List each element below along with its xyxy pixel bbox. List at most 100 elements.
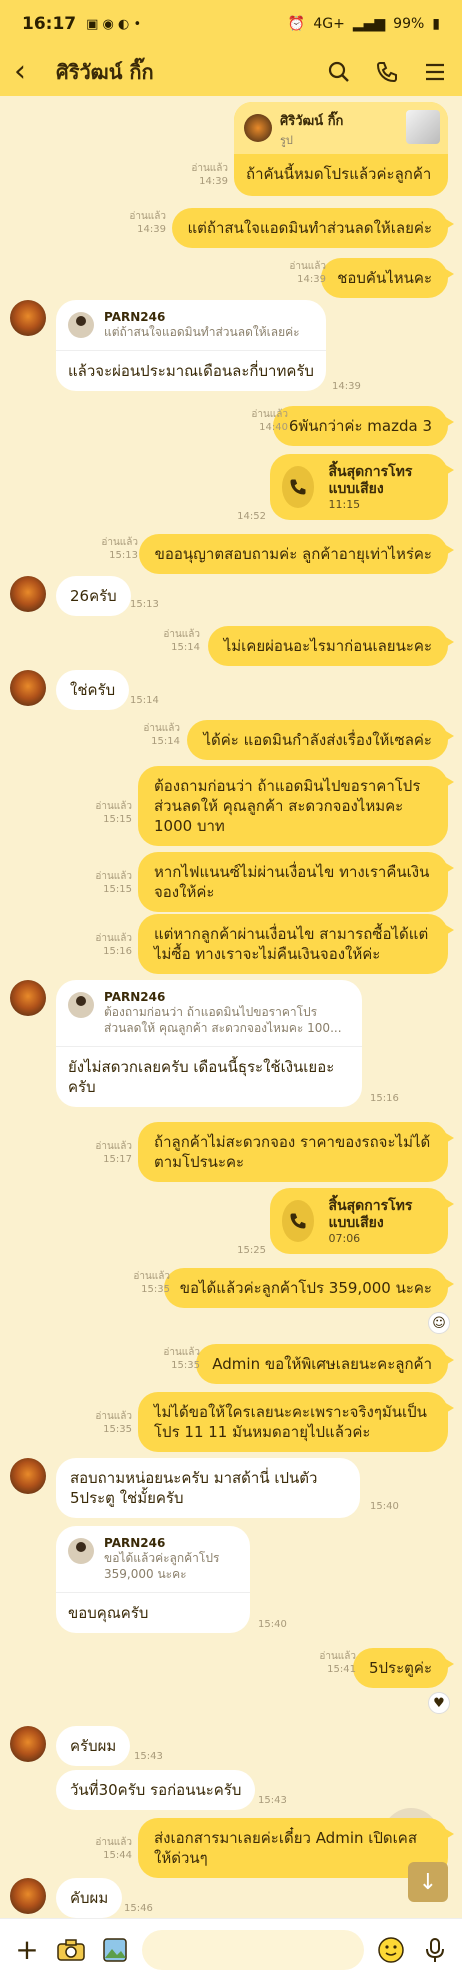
emoji-icon[interactable] <box>374 1933 408 1967</box>
message-row: ขอได้แล้วค่ะลูกค้าโปร 359,000 นะคะ อ่านแ… <box>0 1264 462 1308</box>
battery-icon: ▮ <box>432 16 440 32</box>
message-meta: อ่านแล้ว 14:40 <box>251 409 288 433</box>
outgoing-photo-reply[interactable]: ศิริวัฒน์ กิ๊ก รูป ถ้าคันนี้หมดโปรแล้วค่… <box>234 102 448 196</box>
message-meta: อ่านแล้ว 14:39 <box>191 163 228 187</box>
message-row: ไม่เคยผ่อนอะไรมาก่อนเลยนะคะ อ่านแล้ว 15:1… <box>0 622 462 666</box>
status-time: 16:17 <box>22 14 77 34</box>
outgoing-message[interactable]: 6พันกว่าค่ะ mazda 3 <box>272 406 455 446</box>
outgoing-message[interactable]: ต้องถามก่อนว่า ถ้าแอดมินไปขอราคาโปรส่วนล… <box>138 766 454 846</box>
call-title: สิ้นสุดการโทรแบบเสียง <box>328 1197 413 1231</box>
message-row: ขออนุญาตสอบถามค่ะ ลูกค้าอายุเท่าไหร่คะ อ… <box>0 530 462 574</box>
message-row: สิ้นสุดการโทรแบบเสียง 07:06 15:25 <box>0 1186 462 1262</box>
message-row: สิ้นสุดการโทรแบบเสียง 11:15 14:52 <box>0 452 462 528</box>
incoming-message[interactable]: วันที่30ครับ รอก่อนนะครับ <box>56 1770 256 1810</box>
message-time: 15:40 <box>370 1501 399 1512</box>
camera-icon[interactable] <box>54 1933 88 1967</box>
call-ended-card[interactable]: สิ้นสุดการโทรแบบเสียง 07:06 <box>270 1188 454 1254</box>
message-time: 15:46 <box>124 1903 153 1914</box>
message-meta: อ่านแล้ว 14:39 <box>129 211 166 235</box>
message-row: ต้องถามก่อนว่า ถ้าแอดมินไปขอราคาโปรส่วนล… <box>0 762 462 846</box>
message-row: หากไฟแนนซ์ไม่ผ่านเงื่อนไข ทางเราคืนเงินจ… <box>0 848 462 912</box>
message-row: 6พันกว่าค่ะ mazda 3 อ่านแล้ว 14:40 <box>0 402 462 446</box>
message-meta: อ่านแล้ว 15:14 <box>163 629 200 653</box>
call-title: สิ้นสุดการโทรแบบเสียง <box>328 463 413 497</box>
incoming-message[interactable]: ใช่ครับ <box>56 670 130 710</box>
chat-title: ศิริวัฒน์ กิ๊ก <box>56 60 154 84</box>
scroll-to-bottom-button[interactable]: ↓ <box>408 1862 448 1902</box>
incoming-reply-message[interactable]: PARN246 แต่ถ้าสนใจแอดมินทำส่วนลดให้เลยค่… <box>56 300 326 391</box>
reply-quote: PARN246 แต่ถ้าสนใจแอดมินทำส่วนลดให้เลยค่… <box>56 300 326 351</box>
incoming-message[interactable]: คับผม <box>56 1878 123 1918</box>
plus-icon[interactable]: + <box>10 1933 44 1967</box>
avatar[interactable] <box>10 670 46 706</box>
message-meta: อ่านแล้ว 14:39 <box>289 261 326 285</box>
incoming-reply-message[interactable]: PARN246 ขอได้แล้วค่ะลูกค้าโปร 359,000 นะ… <box>56 1526 250 1633</box>
phone-icon[interactable] <box>374 59 400 85</box>
reply-text: ต้องถามก่อนว่า ถ้าแอดมินไปขอราคาโปรส่วนล… <box>104 1005 342 1035</box>
reply-avatar <box>68 992 94 1018</box>
chat-area[interactable]: ศิริวัฒน์ กิ๊ก รูป ถ้าคันนี้หมดโปรแล้วค่… <box>0 96 462 1918</box>
message-meta: อ่านแล้ว 15:35 <box>133 1271 170 1295</box>
call-ended-card[interactable]: สิ้นสุดการโทรแบบเสียง 11:15 <box>270 454 454 520</box>
message-text: ถ้าคันนี้หมดโปรแล้วค่ะลูกค้า <box>246 165 432 183</box>
outgoing-message[interactable]: ไม่ได้ขอให้ใครเลยนะคะเพราะจริงๆมันเป็นโป… <box>138 1392 454 1452</box>
status-right: ⏰ 4G+ ▂▄▆ 99% ▮ <box>288 16 440 32</box>
outgoing-message[interactable]: ขอได้แล้วค่ะลูกค้าโปร 359,000 นะคะ <box>163 1268 455 1308</box>
reaction-emoji-icon[interactable]: ♥ <box>428 1692 450 1714</box>
chat-header: ‹ ศิริวัฒน์ กิ๊ก <box>0 48 462 96</box>
message-text: ขอบคุณครับ <box>68 1604 149 1622</box>
outgoing-message[interactable]: 5ประตูค่ะ <box>352 1648 455 1688</box>
status-bar: 16:17 ▣ ◉ ◐ • ⏰ 4G+ ▂▄▆ 99% ▮ <box>0 0 462 48</box>
message-row: ศิริวัฒน์ กิ๊ก รูป ถ้าคันนี้หมดโปรแล้วค่… <box>0 96 462 200</box>
call-duration: 07:06 <box>328 1231 361 1245</box>
outgoing-message[interactable]: ขออนุญาตสอบถามค่ะ ลูกค้าอายุเท่าไหร่คะ <box>138 534 455 574</box>
message-text: ยังไม่สดวกเลยครับ เดือนนี้ธุระใช้เงินเยอ… <box>68 1058 335 1096</box>
message-row: ถ้าลูกค้าไม่สะดวกจอง ราคาของรถจะไม่ได้ตา… <box>0 1118 462 1182</box>
image-gallery-icon[interactable] <box>98 1933 132 1967</box>
incoming-message[interactable]: ครับผม <box>56 1726 131 1766</box>
message-row: PARN246 แต่ถ้าสนใจแอดมินทำส่วนลดให้เลยค่… <box>0 300 462 400</box>
search-icon[interactable] <box>326 59 352 85</box>
outgoing-message[interactable]: ไม่เคยผ่อนอะไรมาก่อนเลยนะคะ <box>207 626 455 666</box>
message-row: PARN246 ต้องถามก่อนว่า ถ้าแอดมินไปขอราคา… <box>0 980 462 1110</box>
outgoing-message[interactable]: แต่หากลูกค้าผ่านเงื่อนไข สามารถซื้อได้แต… <box>138 914 454 974</box>
incoming-message[interactable]: สอบถามหน่อยนะครับ มาสด้านี่ เปนตัว 5ประต… <box>56 1458 360 1518</box>
message-meta: อ่านแล้ว 15:35 <box>163 1347 200 1371</box>
outgoing-message[interactable]: Admin ขอให้พิเศษเลยนะคะลูกค้า <box>196 1344 454 1384</box>
reply-avatar <box>68 312 94 338</box>
message-time: 15:13 <box>130 599 159 610</box>
outgoing-message[interactable]: หากไฟแนนซ์ไม่ผ่านเงื่อนไข ทางเราคืนเงินจ… <box>138 852 454 912</box>
avatar[interactable] <box>10 980 46 1016</box>
avatar[interactable] <box>10 1878 46 1914</box>
reply-header: ศิริวัฒน์ กิ๊ก รูป <box>234 102 448 154</box>
message-time: 15:40 <box>258 1619 287 1630</box>
message-meta: อ่านแล้ว 15:13 <box>101 537 138 561</box>
avatar[interactable] <box>10 1458 46 1494</box>
avatar[interactable] <box>10 300 46 336</box>
message-meta: อ่านแล้ว 15:17 <box>95 1141 132 1165</box>
outgoing-message[interactable]: ชอบคันไหนคะ <box>321 258 454 298</box>
avatar[interactable] <box>10 1726 46 1762</box>
message-text: แล้วจะผ่อนประมาณเดือนละกี่บาทครับ <box>68 362 314 380</box>
incoming-message[interactable]: 26ครับ <box>56 576 131 616</box>
signal-label: 4G+ <box>313 16 345 32</box>
outgoing-message[interactable]: แต่ถ้าสนใจแอดมินทำส่วนลดให้เลยค่ะ <box>171 208 455 248</box>
message-meta: อ่านแล้ว 15:15 <box>95 801 132 825</box>
menu-icon[interactable] <box>422 59 448 85</box>
outgoing-message[interactable]: ส่งเอกสารมาเลยค่ะเดี๋ยว Admin เปิดเคสให้… <box>138 1818 454 1878</box>
signal-icon: ▂▄▆ <box>352 16 386 32</box>
avatar[interactable] <box>10 576 46 612</box>
message-row: Admin ขอให้พิเศษเลยนะคะลูกค้า อ่านแล้ว 15… <box>0 1340 462 1384</box>
reply-quote: PARN246 ต้องถามก่อนว่า ถ้าแอดมินไปขอราคา… <box>56 980 362 1047</box>
back-arrow-icon[interactable]: ‹ <box>14 57 50 87</box>
microphone-icon[interactable] <box>418 1933 452 1967</box>
message-meta: อ่านแล้ว 15:44 <box>95 1837 132 1861</box>
message-row: ครับผม 15:43 <box>0 1726 462 1766</box>
reaction-emoji-icon[interactable]: ☺ <box>428 1312 450 1334</box>
car-photo-thumbnail[interactable] <box>406 110 440 144</box>
outgoing-message[interactable]: ได้ค่ะ แอดมินกำลังส่งเรื่องให้เซลค่ะ <box>187 720 454 760</box>
message-input[interactable] <box>142 1929 364 1970</box>
incoming-reply-message[interactable]: PARN246 ต้องถามก่อนว่า ถ้าแอดมินไปขอราคา… <box>56 980 362 1107</box>
outgoing-message[interactable]: ถ้าลูกค้าไม่สะดวกจอง ราคาของรถจะไม่ได้ตา… <box>138 1122 454 1182</box>
message-meta: อ่านแล้ว 15:16 <box>95 933 132 957</box>
